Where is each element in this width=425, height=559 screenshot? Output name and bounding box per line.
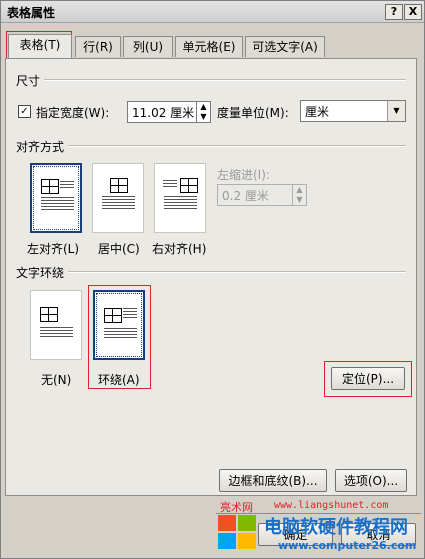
table-properties-dialog: 表格属性 ? X 表格(T) 行(R) 列(U) 单元格(E) 可选文字(A) … [0, 0, 425, 559]
tab-row[interactable]: 行(R) [75, 36, 121, 57]
preferred-width-checkbox[interactable]: ✓ [18, 105, 31, 118]
watermark: 亮术网 www.liangshunet.com 电脑软硬件教程网 www.com… [214, 499, 424, 559]
text-lines-icon [164, 196, 197, 211]
section-alignment-label: 对齐方式 [16, 138, 69, 155]
align-right-option[interactable] [154, 163, 206, 233]
align-left-option[interactable] [30, 163, 82, 233]
watermark-title: 电脑软硬件教程网 [264, 517, 408, 538]
highlight-positioning [324, 361, 412, 397]
windows-logo-icon [218, 515, 258, 551]
align-left-label: 左对齐(L) [27, 242, 80, 256]
measure-unit-label: 度量单位(M): [217, 106, 289, 120]
text-lines-icon [102, 196, 135, 211]
table-grid-icon [40, 307, 58, 322]
tab-table[interactable]: 表格(T) [8, 34, 72, 58]
chevron-down-icon[interactable]: ▼ [387, 101, 405, 121]
watermark-url-2: www.computer26.com [278, 539, 417, 552]
spin-up-icon[interactable]: ▲ [197, 102, 210, 112]
indent-value: 0.2 厘米 [222, 189, 269, 203]
align-center-label: 居中(C) [98, 242, 140, 256]
section-wrapping-label: 文字环绕 [16, 264, 69, 281]
help-button[interactable]: ? [385, 4, 403, 20]
wrap-none-label: 无(N) [41, 373, 72, 387]
text-lines-icon [40, 327, 73, 339]
spin-down-icon[interactable]: ▼ [197, 112, 210, 122]
text-lines-icon [163, 180, 177, 189]
measure-unit-select[interactable]: 厘米 ▼ [300, 100, 406, 122]
wrap-around-label: 环绕(A) [98, 373, 140, 387]
table-grid-icon [41, 179, 59, 194]
align-center-option[interactable] [92, 163, 144, 233]
tab-panel-table: 尺寸 ✓ 指定宽度(W): 11.02 厘米 ▲ ▼ 度量单位(M): 厘米 ▼… [5, 58, 417, 496]
indent-label: 左缩进(I): [217, 168, 270, 182]
text-lines-icon [41, 197, 74, 212]
preferred-width-label: 指定宽度(W): [36, 106, 110, 120]
tab-column[interactable]: 列(U) [123, 36, 173, 57]
text-lines-icon [60, 181, 74, 190]
indent-input: 0.2 厘米 ▲ ▼ [217, 184, 307, 206]
width-value: 11.02 厘米 [132, 106, 195, 120]
close-button[interactable]: X [404, 4, 422, 20]
divider-alignment [68, 145, 406, 147]
watermark-url-1: www.liangshunet.com [274, 500, 389, 511]
borders-shading-button[interactable]: 边框和底纹(B)... [219, 469, 327, 492]
divider-size [42, 79, 406, 81]
wrap-none-option[interactable] [30, 290, 82, 360]
options-button[interactable]: 选项(O)... [335, 469, 407, 492]
table-grid-icon [180, 178, 198, 193]
indent-spinner: ▲ ▼ [292, 185, 306, 205]
table-grid-icon [110, 178, 128, 193]
window-title: 表格属性 [7, 6, 56, 20]
spin-up-icon: ▲ [296, 185, 303, 194]
tab-cell[interactable]: 单元格(E) [175, 36, 243, 57]
width-input[interactable]: 11.02 厘米 ▲ ▼ [127, 101, 211, 123]
title-bar: 表格属性 ? X [1, 1, 424, 23]
align-right-label: 右对齐(H) [152, 242, 207, 256]
tab-alt-text[interactable]: 可选文字(A) [245, 36, 325, 57]
section-size-label: 尺寸 [16, 72, 45, 89]
divider-wrapping [68, 271, 406, 273]
width-spinner[interactable]: ▲ ▼ [196, 102, 210, 122]
measure-unit-value: 厘米 [305, 105, 330, 119]
spin-down-icon: ▼ [296, 195, 303, 204]
